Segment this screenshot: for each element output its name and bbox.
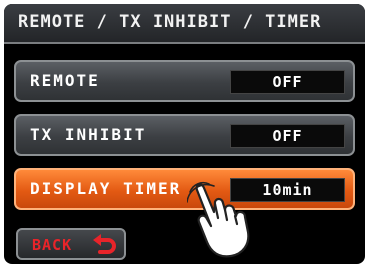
display-screen: REMOTE / TX INHIBIT / TIMER REMOTE OFF T… [4, 4, 365, 264]
setting-label-remote: REMOTE [30, 71, 100, 90]
setting-value-tx-inhibit: OFF [230, 124, 345, 148]
setting-row-tx-inhibit[interactable]: TX INHIBIT OFF [14, 114, 355, 156]
setting-label-tx-inhibit: TX INHIBIT [30, 125, 147, 144]
setting-value-display-timer: 10min [230, 178, 345, 202]
title-bar: REMOTE / TX INHIBIT / TIMER [4, 4, 365, 44]
back-button[interactable]: BACK [16, 228, 126, 260]
setting-value-remote: OFF [230, 70, 345, 94]
page-title: REMOTE / TX INHIBIT / TIMER [18, 12, 322, 32]
back-button-label: BACK [32, 236, 73, 254]
setting-row-remote[interactable]: REMOTE OFF [14, 60, 355, 102]
setting-row-display-timer[interactable]: DISPLAY TIMER 10min [14, 168, 355, 210]
back-arrow-icon [93, 234, 116, 254]
setting-label-display-timer: DISPLAY TIMER [30, 179, 182, 198]
